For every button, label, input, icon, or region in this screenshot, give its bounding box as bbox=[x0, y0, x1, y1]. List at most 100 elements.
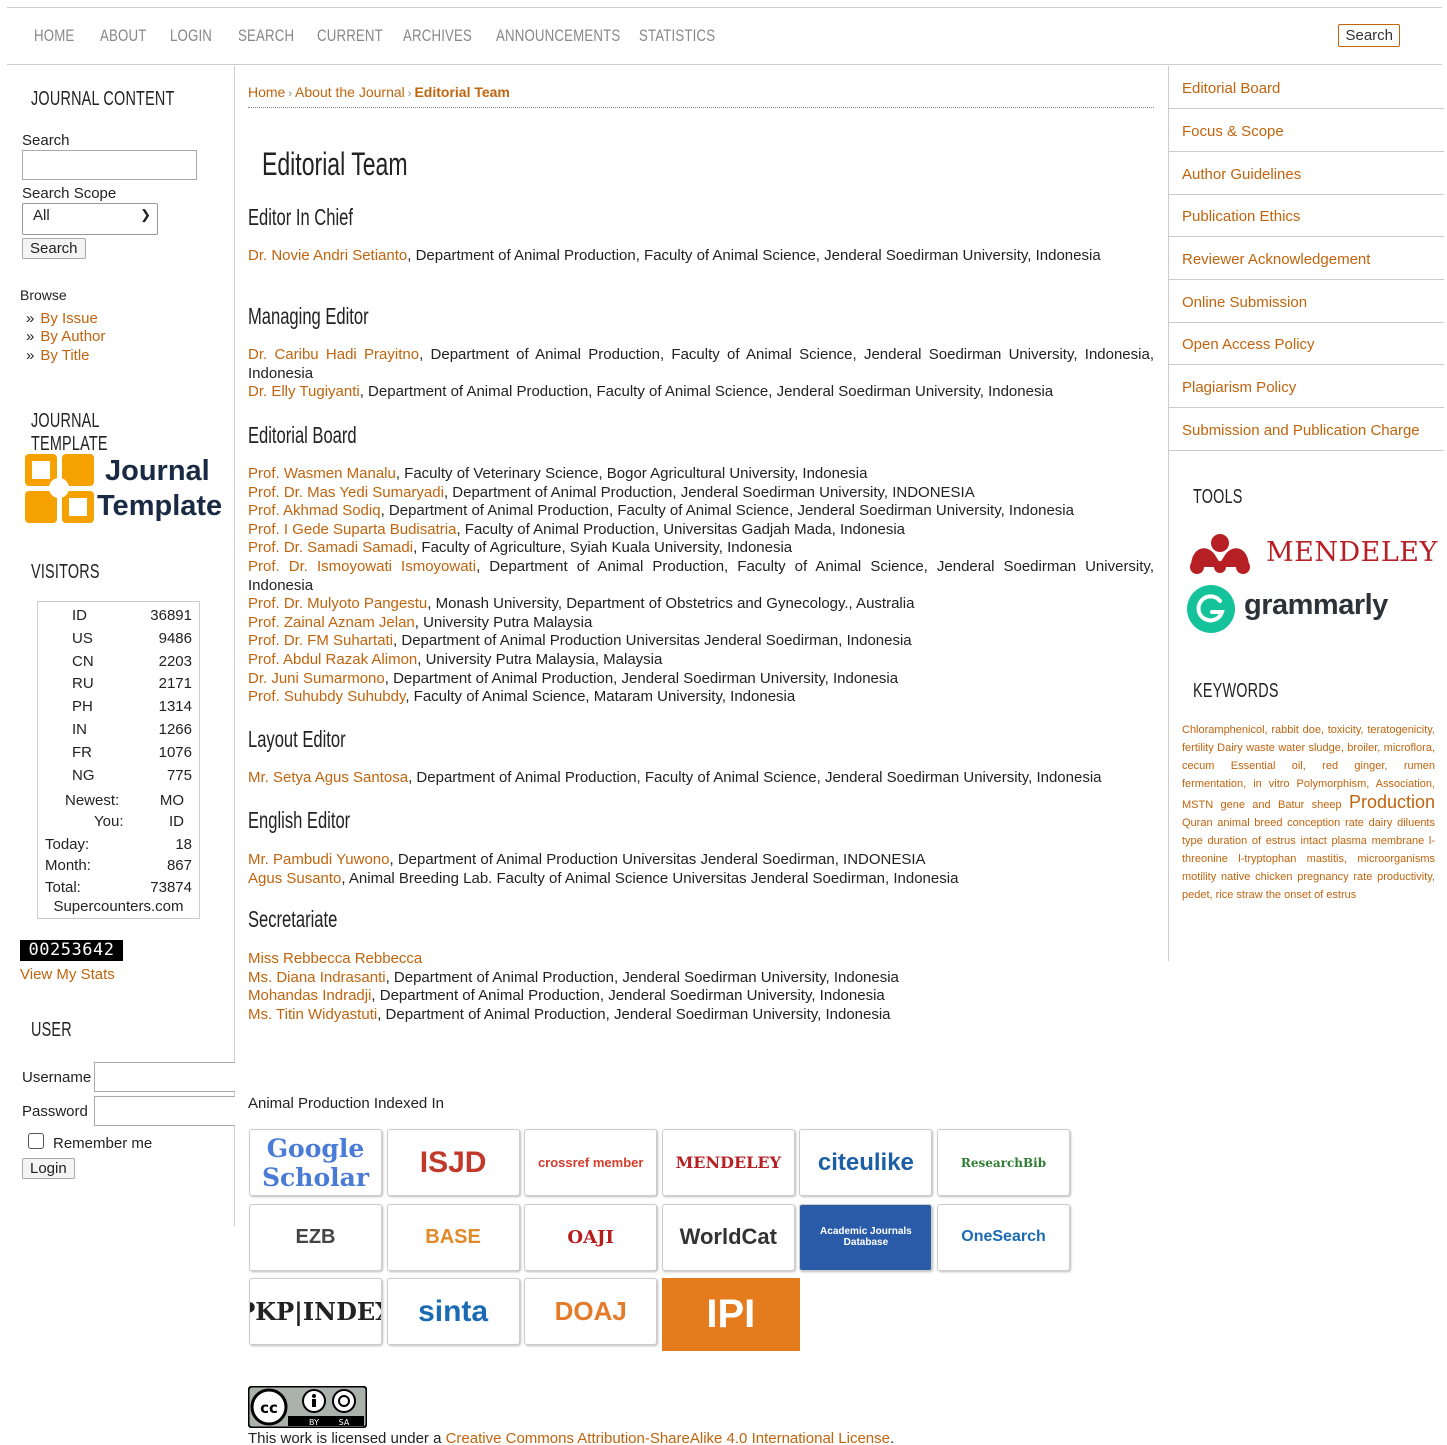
hit-counter[interactable]: 00253642 bbox=[20, 940, 123, 961]
index-logo[interactable]: IPI bbox=[661, 1278, 800, 1351]
right-nav-link[interactable]: Open Access Policy bbox=[1182, 336, 1315, 353]
login-button[interactable]: Login bbox=[22, 1158, 75, 1179]
index-logo[interactable]: BASE bbox=[386, 1203, 520, 1271]
member-name-link[interactable]: Dr. Juni Sumarmono bbox=[248, 670, 385, 687]
index-logo[interactable]: EZB bbox=[249, 1203, 382, 1271]
right-nav-item[interactable]: Focus & Scope bbox=[1169, 109, 1444, 152]
member-name-link[interactable]: Miss Rebbecca Rebbecca bbox=[248, 950, 422, 967]
index-logo[interactable]: Google Scholar bbox=[249, 1129, 382, 1196]
member-name-link[interactable]: Dr. Caribu Hadi Prayitno bbox=[248, 346, 419, 363]
member-name-link[interactable]: Agus Susanto bbox=[248, 870, 341, 887]
nav-about[interactable]: About bbox=[100, 26, 146, 46]
keyword-cloud[interactable]: Chloramphenicol, rabbit doe, toxicity, t… bbox=[1182, 721, 1435, 904]
member-name-link[interactable]: Prof. Dr. Ismoyowati Ismoyowati bbox=[248, 558, 476, 575]
index-logo[interactable]: PKP|INDEX bbox=[249, 1278, 382, 1345]
breadcrumb-home[interactable]: Home bbox=[248, 84, 285, 100]
member-name-link[interactable]: Prof. I Gede Suparta Budisatria bbox=[248, 521, 456, 538]
browse-link[interactable]: By Title bbox=[40, 347, 89, 364]
right-nav-link[interactable]: Publication Ethics bbox=[1182, 208, 1300, 225]
right-nav-item[interactable]: Open Access Policy bbox=[1169, 322, 1444, 365]
journal-template-logo[interactable]: Journal Template bbox=[22, 451, 222, 526]
member-entry: Mr. Setya Agus Santosa, Department of An… bbox=[248, 769, 1154, 788]
sidebar-search-input[interactable] bbox=[22, 150, 197, 180]
member-name-link[interactable]: Mr. Setya Agus Santosa bbox=[248, 769, 408, 786]
member-name-link[interactable]: Prof. Dr. Mas Yedi Sumaryadi bbox=[248, 484, 444, 501]
member-name-link[interactable]: Mohandas Indradji bbox=[248, 987, 371, 1004]
nav-announcements[interactable]: Announcements bbox=[496, 26, 620, 46]
view-my-stats-link[interactable]: View My Stats bbox=[20, 966, 115, 983]
index-logo[interactable]: Academic Journals Database bbox=[799, 1203, 933, 1271]
visitor-counter-box[interactable]: ID 36891 US 9486 CN 2203 RU 2171 PH 1314 IN 1266 FR 1… bbox=[37, 601, 200, 919]
browse-by-title[interactable]: » By Title bbox=[26, 347, 90, 364]
search-scope-select[interactable]: All ❯ bbox=[22, 203, 158, 235]
browse-link[interactable]: By Author bbox=[40, 328, 105, 345]
member-name-link[interactable]: Prof. Zainal Aznam Jelan bbox=[248, 614, 415, 631]
right-nav-link[interactable]: Submission and Publication Charge bbox=[1182, 422, 1420, 439]
index-logo[interactable]: ResearchBib bbox=[937, 1129, 1070, 1196]
right-nav-item[interactable]: Plagiarism Policy bbox=[1169, 365, 1444, 408]
cc-by-sa-badge[interactable]: cc BY SA bbox=[248, 1386, 367, 1428]
member-name-link[interactable]: Dr. Novie Andri Setianto bbox=[248, 247, 407, 264]
index-logo[interactable]: OAJI bbox=[524, 1203, 658, 1271]
browse-by-issue[interactable]: » By Issue bbox=[26, 310, 98, 327]
member-name-link[interactable]: Prof. Akhmad Sodiq bbox=[248, 502, 381, 519]
index-logo[interactable]: ISJD bbox=[386, 1129, 520, 1196]
index-logo[interactable]: sinta bbox=[386, 1278, 520, 1345]
member-name-link[interactable]: Prof. Abdul Razak Alimon bbox=[248, 651, 417, 668]
nav-home[interactable]: Home bbox=[34, 26, 74, 46]
right-nav-link[interactable]: Online Submission bbox=[1182, 294, 1307, 311]
right-nav-item[interactable]: Publication Ethics bbox=[1169, 194, 1444, 237]
index-logo-label: ResearchBib bbox=[960, 1155, 1047, 1170]
member-name-link[interactable]: Prof. Dr. FM Suhartati bbox=[248, 632, 393, 649]
member-name-link[interactable]: Prof. Dr. Samadi Samadi bbox=[248, 539, 413, 556]
index-logo[interactable]: DOAJ bbox=[524, 1278, 658, 1345]
nav-current[interactable]: Current bbox=[317, 26, 383, 46]
nav-search[interactable]: Search bbox=[238, 26, 294, 46]
right-nav-link[interactable]: Plagiarism Policy bbox=[1182, 379, 1296, 396]
right-nav-link[interactable]: Focus & Scope bbox=[1182, 123, 1284, 140]
right-nav-item[interactable]: Online Submission bbox=[1169, 280, 1444, 323]
nav-archives[interactable]: Archives bbox=[403, 26, 472, 46]
right-nav-link[interactable]: Author Guidelines bbox=[1182, 166, 1301, 183]
keywords-group-2[interactable]: Quran animal breed conception rate dairy… bbox=[1182, 817, 1435, 901]
member-name-link[interactable]: Mr. Pambudi Yuwono bbox=[248, 851, 389, 868]
index-logo-label: IPI bbox=[706, 1292, 756, 1336]
remember-checkbox[interactable] bbox=[28, 1133, 44, 1149]
nav-statistics[interactable]: Statistics bbox=[639, 26, 715, 46]
total-label: Total: bbox=[45, 879, 81, 896]
grammarly-logo[interactable]: grammarly bbox=[1187, 583, 1432, 638]
member-name-link[interactable]: Prof. Suhubdy Suhubdy bbox=[248, 688, 405, 705]
breadcrumb-current[interactable]: Editorial Team bbox=[414, 84, 509, 100]
member-name-link[interactable]: Prof. Wasmen Manalu bbox=[248, 465, 396, 482]
breadcrumb-about[interactable]: About the Journal bbox=[295, 84, 405, 100]
index-logo[interactable]: citeulike bbox=[799, 1129, 933, 1196]
member-name-link[interactable]: Prof. Dr. Mulyoto Pangestu bbox=[248, 595, 427, 612]
keyword-production[interactable]: Production bbox=[1349, 792, 1435, 812]
index-logo[interactable]: WorldCat bbox=[661, 1203, 795, 1271]
password-input[interactable] bbox=[94, 1096, 235, 1126]
member-affiliation: , Faculty of Agriculture, Syiah Kuala Un… bbox=[413, 539, 793, 557]
today-label: Today: bbox=[45, 836, 90, 853]
index-logo[interactable]: OneSearch bbox=[937, 1203, 1070, 1271]
right-nav-link[interactable]: Editorial Board bbox=[1182, 80, 1280, 97]
index-logo[interactable]: MENDELEY bbox=[661, 1129, 795, 1196]
right-nav-item[interactable]: Reviewer Acknowledgement bbox=[1169, 237, 1444, 280]
nav-login[interactable]: Login bbox=[170, 26, 212, 46]
member-name-link[interactable]: Ms. Diana Indrasanti bbox=[248, 969, 386, 986]
member-name-link[interactable]: Dr. Elly Tugiyanti bbox=[248, 383, 360, 400]
supercounters-link[interactable]: Supercounters.com bbox=[38, 898, 199, 921]
username-input[interactable] bbox=[94, 1062, 235, 1092]
right-nav-item[interactable]: Submission and Publication Charge bbox=[1169, 408, 1444, 451]
browse-by-author[interactable]: » By Author bbox=[26, 328, 105, 345]
browse-link[interactable]: By Issue bbox=[40, 310, 98, 327]
right-nav-item[interactable]: Author Guidelines bbox=[1169, 152, 1444, 195]
member-name-link[interactable]: Ms. Titin Widyastuti bbox=[248, 1006, 377, 1023]
mendeley-logo[interactable]: MENDELEY bbox=[1187, 531, 1437, 576]
right-nav-link[interactable]: Reviewer Acknowledgement bbox=[1182, 251, 1370, 268]
sidebar-search-button[interactable]: Search bbox=[22, 238, 86, 259]
top-search-button[interactable]: Search bbox=[1338, 24, 1400, 47]
visitor-row: CN 2203 bbox=[38, 653, 199, 676]
right-nav-item[interactable]: Editorial Board bbox=[1169, 66, 1444, 109]
index-logo[interactable]: crossref member bbox=[524, 1129, 658, 1196]
license-link[interactable]: Creative Commons Attribution-ShareAlike … bbox=[446, 1430, 890, 1445]
